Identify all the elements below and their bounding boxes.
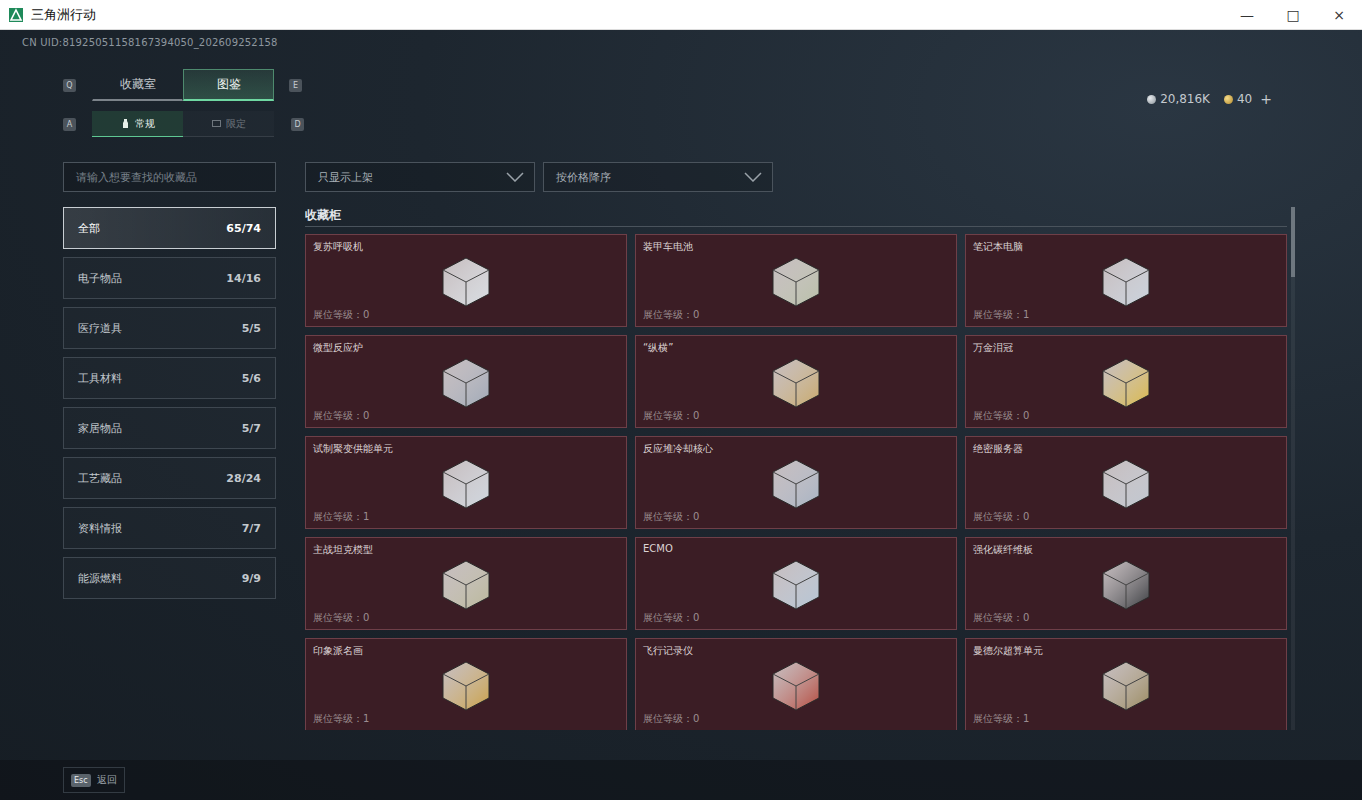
main-tabs: Q 收藏室图鉴 E <box>0 69 304 101</box>
key-hint: Q <box>63 79 76 92</box>
sidebar-item[interactable]: 能源燃料9/9 <box>63 557 276 599</box>
item-image-icon <box>1091 448 1161 518</box>
window-control-button[interactable]: × <box>1316 0 1362 30</box>
tab[interactable]: 收藏室 <box>92 69 183 101</box>
window-control-button[interactable]: □ <box>1270 0 1316 30</box>
window-control-button[interactable]: — <box>1224 0 1270 30</box>
item-image-icon <box>431 549 501 619</box>
item-image-icon <box>431 650 501 720</box>
item-image-icon <box>1091 549 1161 619</box>
key-hint: A <box>63 118 76 131</box>
item-card[interactable]: 曼德尔超算单元展位等级：1 <box>965 638 1287 730</box>
item-grid: 复苏呼吸机展位等级：0装甲车电池展位等级：0笔记本电脑展位等级：1 微型反应炉展位… <box>305 234 1287 730</box>
item-image-icon <box>431 347 501 417</box>
sub-tab[interactable]: 常规 <box>92 111 183 137</box>
sidebar-item[interactable]: 工艺藏品28/24 <box>63 457 276 499</box>
add-currency-button[interactable]: + <box>1260 91 1272 107</box>
title-bar: 三角洲行动—□× <box>0 0 1362 30</box>
item-card[interactable]: ECMO展位等级：0 <box>635 537 957 630</box>
item-image-icon <box>761 549 831 619</box>
item-card[interactable]: 飞行记录仪展位等级：0 <box>635 638 957 730</box>
app-logo-icon <box>9 8 23 22</box>
bottle-icon <box>121 119 130 128</box>
item-card[interactable]: 印象派名画展位等级：1 <box>305 638 627 730</box>
key-hint: D <box>291 118 304 131</box>
uid-label: CN UID:81925051158167394050_202609252158 <box>0 30 304 54</box>
image-icon <box>212 119 221 128</box>
item-image-icon <box>1091 246 1161 316</box>
item-card[interactable]: 装甲车电池展位等级：0 <box>635 234 957 327</box>
item-card[interactable]: 绝密服务器展位等级：0 <box>965 436 1287 529</box>
sidebar-item[interactable]: 家居物品5/7 <box>63 407 276 449</box>
item-image-icon <box>761 448 831 518</box>
footer: Esc返回 <box>0 760 1362 800</box>
sub-tabs: A 常规限定 D <box>0 111 304 137</box>
item-card[interactable]: 反应堆冷却核心展位等级：0 <box>635 436 957 529</box>
key-hint: Esc <box>71 774 91 787</box>
chevron-down-icon <box>744 172 762 182</box>
section-title: 收藏柜 <box>305 207 1287 227</box>
game-screen: CN UID:81925051158167394050_202609252158… <box>0 30 1362 800</box>
item-card[interactable]: 万金泪冠展位等级：0 <box>965 335 1287 428</box>
search-field[interactable]: 请输入想要查找的收藏品 <box>63 162 276 192</box>
sidebar-item[interactable]: 电子物品14/16 <box>63 257 276 299</box>
item-card[interactable]: 微型反应炉展位等级：0 <box>305 335 627 428</box>
coin-icon <box>1147 95 1156 104</box>
sidebar-item[interactable]: 资料情报7/7 <box>63 507 276 549</box>
currency: 20,816K <box>1147 92 1210 106</box>
item-card[interactable]: 复苏呼吸机展位等级：0 <box>305 234 627 327</box>
sidebar-item[interactable]: 工具材料5/6 <box>63 357 276 399</box>
header: CN UID:81925051158167394050_202609252158… <box>0 30 1362 137</box>
filter-dropdown[interactable]: 按价格降序 <box>543 162 773 192</box>
item-card[interactable]: 主战坦克模型展位等级：0 <box>305 537 627 630</box>
item-image-icon <box>1091 650 1161 720</box>
sub-tab[interactable]: 限定 <box>183 111 274 137</box>
item-card[interactable]: 强化碳纤维板展位等级：0 <box>965 537 1287 630</box>
currency: 40+ <box>1224 91 1272 107</box>
window-title: 三角洲行动 <box>31 6 1224 24</box>
item-card[interactable]: 试制聚变供能单元展位等级：1 <box>305 436 627 529</box>
key-hint: E <box>289 79 302 92</box>
scrollbar-thumb[interactable] <box>1291 207 1295 277</box>
item-image-icon <box>431 246 501 316</box>
item-image-icon <box>1091 347 1161 417</box>
item-card[interactable]: “纵横”展位等级：0 <box>635 335 957 428</box>
chevron-down-icon <box>506 172 524 182</box>
game-window: 三角洲行动—□×CN UID:81925051158167394050_2026… <box>0 0 1362 800</box>
category-sidebar: 全部65/74 电子物品14/16 医疗道具5/5 工具材料5/6 家居物品5/7 工艺藏… <box>63 207 276 730</box>
filter-dropdown[interactable]: 只显示上架 <box>305 162 535 192</box>
back-button[interactable]: Esc返回 <box>63 767 125 793</box>
item-image-icon <box>431 448 501 518</box>
sidebar-item[interactable]: 全部65/74 <box>63 207 276 249</box>
sidebar-item[interactable]: 医疗道具5/5 <box>63 307 276 349</box>
tab[interactable]: 图鉴 <box>183 69 274 101</box>
scrollbar[interactable] <box>1291 207 1295 730</box>
filter-row: 请输入想要查找的收藏品只显示上架按价格降序 <box>0 162 1362 192</box>
currency-bar: 20,816K 40+ <box>1147 30 1362 137</box>
item-image-icon <box>761 246 831 316</box>
collection-panel: 收藏柜复苏呼吸机展位等级：0装甲车电池展位等级：0笔记本电脑展位等级：1 微型反应… <box>305 207 1287 730</box>
item-image-icon <box>761 347 831 417</box>
coin-icon <box>1224 95 1233 104</box>
item-image-icon <box>761 650 831 720</box>
item-card[interactable]: 笔记本电脑展位等级：1 <box>965 234 1287 327</box>
